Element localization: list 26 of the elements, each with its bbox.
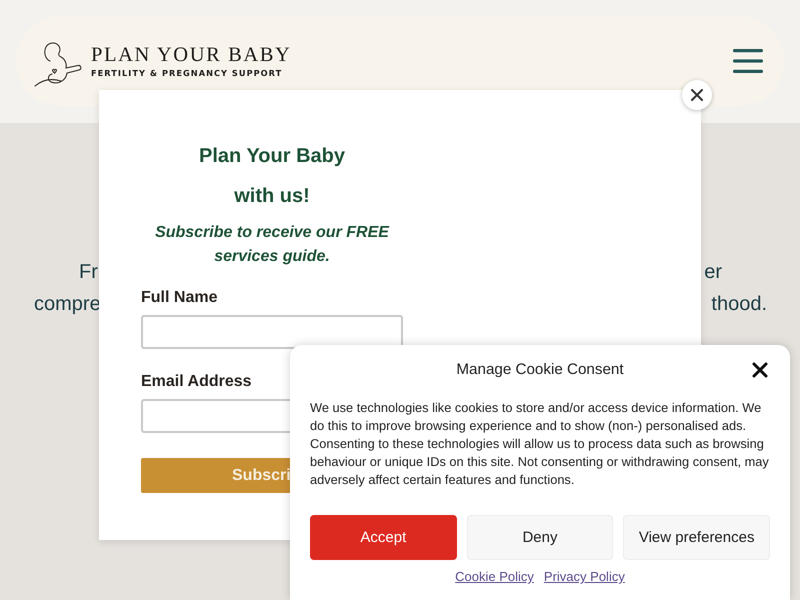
policy-link[interactable]: Privacy Policy: [544, 568, 625, 586]
close-button[interactable]: [752, 362, 768, 378]
hero-text: compre: [34, 292, 101, 317]
popup-title: Plan Your Baby: [198, 144, 346, 169]
input-field[interactable]: [141, 315, 403, 349]
logo-title: PLAN YOUR BABY: [91, 44, 292, 66]
input-field[interactable]: [141, 399, 292, 433]
policy-link[interactable]: Cookie Policy: [455, 568, 534, 586]
cookie-button[interactable]: View preferences: [623, 515, 770, 560]
hero-text: Fr: [79, 260, 98, 285]
field-label: Full Name: [141, 288, 218, 308]
logo-tagline: FERTILITY & PREGNANCY SUPPORT: [91, 68, 284, 78]
cookie-text: We use technologies like cookies to store and/or access device information. We do this to improve browsing experience and to show (non-) personalised ads. Consenting to these technologies will allow us to process data such as browsing behaviour or unique IDs on this site. Not consenting or withdrawing consent, may adversely affect certain features and functions.: [310, 399, 770, 489]
menu-icon: [733, 49, 763, 73]
popup-title: with us!: [233, 184, 311, 209]
close-icon: [691, 89, 703, 101]
cookie-button[interactable]: Deny: [466, 515, 614, 560]
field-label: Email Address: [141, 372, 252, 392]
hero-text: er: [704, 260, 722, 285]
menu-button[interactable]: [733, 49, 763, 73]
hero-text: thood.: [711, 292, 767, 317]
cookie-title: Manage Cookie Consent: [456, 360, 624, 380]
fetus-logo-icon: [34, 41, 84, 87]
close-icon: [752, 362, 768, 378]
popup-subtitle: Subscribe to receive our FREE services guide.: [154, 223, 390, 267]
accept-button[interactable]: Accept: [310, 515, 457, 560]
